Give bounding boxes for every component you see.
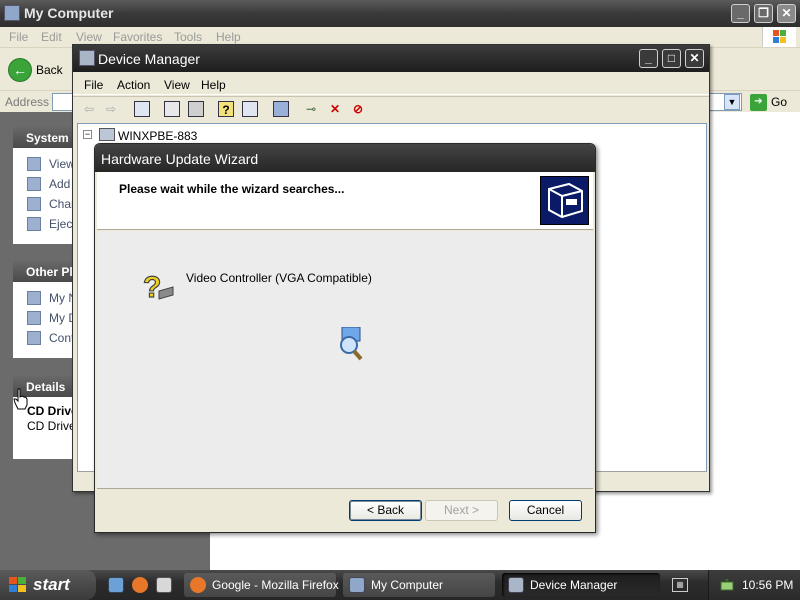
network-icon bbox=[27, 291, 41, 305]
system-tray: 10:56 PM bbox=[708, 570, 800, 600]
wizard-title: Hardware Update Wizard bbox=[101, 151, 259, 167]
quicklaunch-show-desktop-icon[interactable] bbox=[108, 577, 124, 593]
my-computer-titlebar[interactable]: My Computer _ ❐ ✕ bbox=[0, 0, 800, 27]
menu-action[interactable]: Action bbox=[117, 78, 150, 92]
device-name: Video Controller (VGA Compatible) bbox=[186, 271, 372, 285]
firefox-icon bbox=[190, 577, 206, 593]
clock[interactable]: 10:56 PM bbox=[742, 578, 793, 592]
menu-file[interactable]: File bbox=[84, 78, 103, 92]
eject-icon bbox=[27, 217, 41, 231]
minimize-button[interactable]: _ bbox=[731, 4, 750, 23]
device-manager-menubar: File Action View Help bbox=[73, 73, 709, 95]
maximize-button[interactable]: □ bbox=[662, 49, 681, 68]
address-dropdown-icon[interactable]: ▼ bbox=[724, 94, 740, 110]
my-computer-title: My Computer bbox=[24, 5, 114, 21]
menu-help[interactable]: Help bbox=[216, 30, 241, 44]
close-button[interactable]: ✕ bbox=[685, 49, 704, 68]
settings-icon bbox=[27, 197, 41, 211]
wizard-separator bbox=[97, 488, 593, 489]
back-arrow-icon[interactable]: ⇦ bbox=[81, 101, 97, 117]
hardware-update-wizard: Hardware Update Wizard Please wait while… bbox=[94, 143, 596, 533]
documents-icon bbox=[27, 311, 41, 325]
computer-icon bbox=[99, 128, 115, 141]
windows-flag-icon bbox=[9, 577, 27, 593]
close-button[interactable]: ✕ bbox=[777, 4, 796, 23]
go-arrow-icon[interactable]: ➔ bbox=[750, 94, 767, 111]
back-arrow-icon[interactable]: ← bbox=[8, 58, 32, 82]
print-icon[interactable] bbox=[188, 101, 204, 117]
my-computer-icon bbox=[4, 5, 20, 21]
start-button[interactable]: start bbox=[0, 570, 96, 600]
help-icon[interactable]: ? bbox=[218, 101, 234, 117]
go-button-label[interactable]: Go bbox=[771, 95, 787, 109]
hand-cursor-icon bbox=[13, 388, 29, 410]
control-panel-icon bbox=[27, 331, 41, 345]
safely-remove-hardware-icon[interactable] bbox=[719, 577, 735, 593]
wizard-header: Please wait while the wizard searches... bbox=[97, 172, 593, 230]
device-manager-titlebar[interactable]: Device Manager _ □ ✕ bbox=[73, 45, 709, 72]
tree-root-label[interactable]: WINXPBE-883 bbox=[118, 129, 197, 143]
next-button[interactable]: Next > bbox=[425, 500, 498, 521]
keyboard-icon[interactable]: ▦ bbox=[672, 578, 688, 592]
task-firefox[interactable]: Google - Mozilla Firefox bbox=[184, 573, 339, 597]
uninstall-icon[interactable]: ✕ bbox=[327, 101, 343, 117]
task-device-manager[interactable]: Device Manager bbox=[502, 573, 660, 597]
my-computer-icon bbox=[349, 577, 365, 593]
update-driver-icon[interactable]: ⊸ bbox=[303, 101, 319, 117]
tree-collapse-toggle[interactable]: − bbox=[83, 130, 92, 139]
quicklaunch-firefox-icon[interactable] bbox=[132, 577, 148, 593]
restore-button[interactable]: ❐ bbox=[754, 4, 773, 23]
properties-icon[interactable] bbox=[164, 101, 180, 117]
menu-edit[interactable]: Edit bbox=[41, 30, 62, 44]
windows-logo-icon bbox=[762, 27, 796, 47]
show-hide-tree-icon[interactable] bbox=[134, 101, 150, 117]
menu-view[interactable]: View bbox=[76, 30, 102, 44]
info-icon bbox=[27, 157, 41, 171]
back-button-label[interactable]: Back bbox=[36, 63, 63, 77]
menu-view[interactable]: View bbox=[164, 78, 190, 92]
unknown-device-icon: ? bbox=[141, 269, 175, 305]
minimize-button[interactable]: _ bbox=[639, 49, 658, 68]
wizard-body: ? Video Controller (VGA Compatible) bbox=[97, 231, 593, 489]
quicklaunch-media-icon[interactable] bbox=[156, 577, 172, 593]
wizard-header-text: Please wait while the wizard searches... bbox=[119, 182, 345, 196]
console-tree-icon[interactable] bbox=[242, 101, 258, 117]
forward-arrow-icon[interactable]: ⇨ bbox=[103, 101, 119, 117]
address-label: Address bbox=[5, 95, 50, 109]
start-label: start bbox=[33, 575, 70, 594]
task-my-computer[interactable]: My Computer bbox=[343, 573, 495, 597]
menu-tools[interactable]: Tools bbox=[174, 30, 202, 44]
menu-help[interactable]: Help bbox=[201, 78, 226, 92]
device-manager-icon bbox=[79, 50, 95, 66]
search-magnifier-icon bbox=[337, 326, 367, 361]
scan-hardware-icon[interactable] bbox=[273, 101, 289, 117]
hardware-icon bbox=[540, 176, 589, 225]
wizard-titlebar[interactable]: Hardware Update Wizard bbox=[95, 144, 595, 172]
device-manager-toolbar: ⇦ ⇨ ? ⊸ ✕ ⊘ bbox=[73, 96, 709, 121]
add-remove-icon bbox=[27, 177, 41, 191]
device-manager-title: Device Manager bbox=[98, 51, 200, 67]
taskbar: start Google - Mozilla Firefox My Comput… bbox=[0, 570, 800, 600]
menu-file[interactable]: File bbox=[9, 30, 28, 44]
back-button[interactable]: < Back bbox=[349, 500, 422, 521]
menu-favorites[interactable]: Favorites bbox=[113, 30, 162, 44]
disable-icon[interactable]: ⊘ bbox=[350, 101, 366, 117]
cancel-button[interactable]: Cancel bbox=[509, 500, 582, 521]
device-manager-icon bbox=[508, 577, 524, 593]
